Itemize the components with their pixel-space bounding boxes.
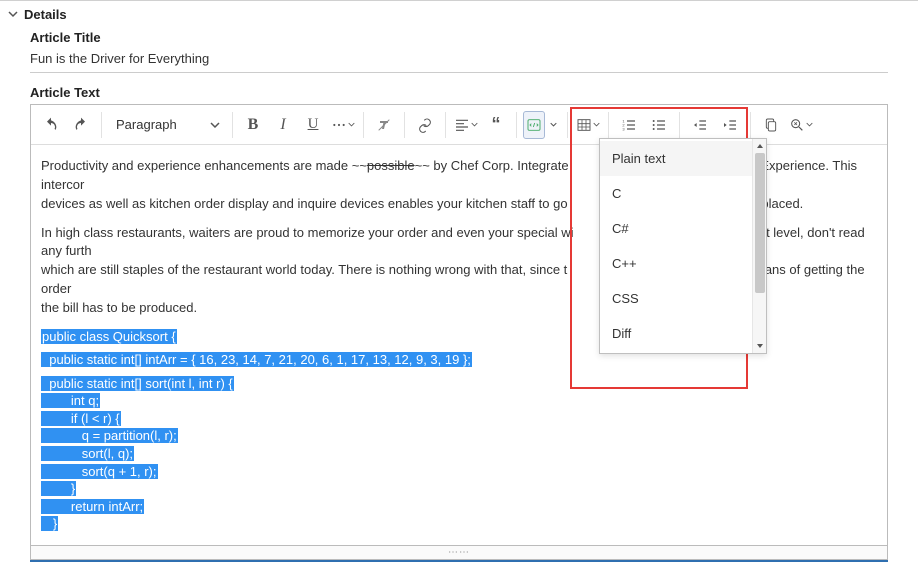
find-replace-button[interactable] (787, 111, 815, 139)
clear-format-button[interactable] (370, 111, 398, 139)
svg-text:3: 3 (622, 126, 625, 131)
ordered-list-button[interactable]: 123 (615, 111, 643, 139)
details-header[interactable]: Details (0, 1, 918, 26)
details-heading: Details (24, 7, 67, 22)
code-block-dropdown[interactable] (545, 111, 561, 139)
redo-button[interactable] (67, 111, 95, 139)
more-formatting-button[interactable] (329, 111, 357, 139)
code-block-selection: public class Quicksort { public static i… (41, 328, 877, 533)
table-button[interactable] (574, 111, 602, 139)
article-title-value[interactable]: Fun is the Driver for Everything (30, 49, 888, 73)
article-title-label: Article Title (30, 30, 888, 45)
outdent-button[interactable] (686, 111, 714, 139)
align-button[interactable] (452, 111, 480, 139)
dropdown-item-c[interactable]: C (600, 176, 752, 211)
quote-button[interactable]: “ (482, 111, 510, 139)
unordered-list-button[interactable] (645, 111, 673, 139)
code-block-button[interactable] (523, 111, 545, 139)
indent-button[interactable] (716, 111, 744, 139)
rich-text-editor: Paragraph B I U “ 123 (30, 104, 888, 546)
dropdown-item-cpp[interactable]: C++ (600, 246, 752, 281)
dropdown-item-plaintext[interactable]: Plain text (600, 141, 752, 176)
bold-button[interactable]: B (239, 111, 267, 139)
copy-button[interactable] (757, 111, 785, 139)
chevron-down-icon (210, 120, 220, 130)
code-language-dropdown: Plain text C C# C++ CSS Diff (599, 138, 767, 354)
dropdown-item-diff[interactable]: Diff (600, 316, 752, 351)
italic-button[interactable]: I (269, 111, 297, 139)
resize-handle[interactable]: ⋯⋯ (30, 546, 888, 560)
article-text-label: Article Text (30, 85, 888, 100)
underline-button[interactable]: U (299, 111, 327, 139)
chevron-down-icon (8, 7, 18, 22)
dropdown-scrollbar[interactable] (752, 139, 766, 353)
dropdown-item-css[interactable]: CSS (600, 281, 752, 316)
format-select[interactable]: Paragraph (108, 111, 226, 139)
focus-underline (30, 560, 888, 562)
undo-button[interactable] (37, 111, 65, 139)
format-select-label: Paragraph (116, 117, 177, 132)
link-button[interactable] (411, 111, 439, 139)
dropdown-item-csharp[interactable]: C# (600, 211, 752, 246)
